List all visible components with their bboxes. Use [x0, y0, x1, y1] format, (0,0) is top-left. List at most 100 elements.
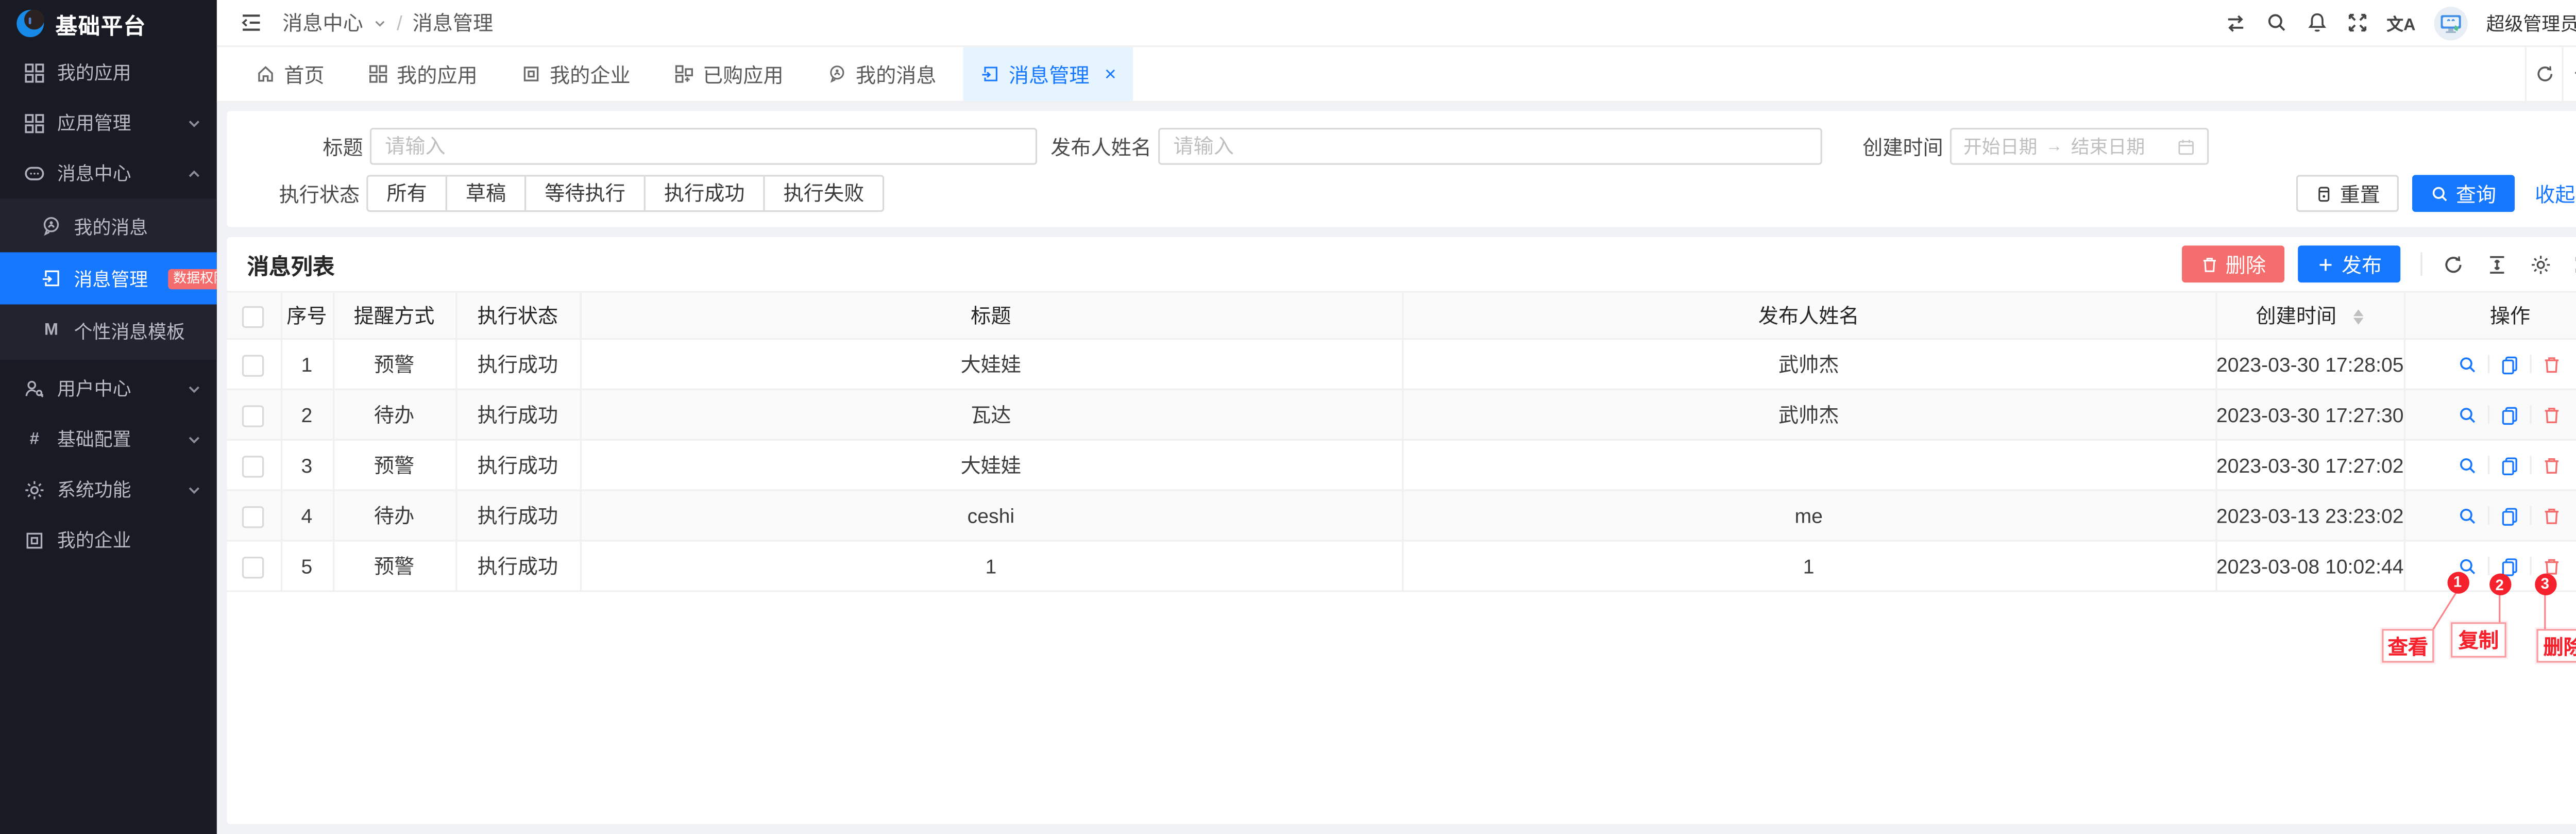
- search-icon[interactable]: [2265, 12, 2287, 34]
- header-actions: 操作: [2404, 292, 2576, 339]
- tab-my-enterprise[interactable]: 我的企业: [504, 47, 647, 101]
- reset-icon: [2315, 184, 2333, 203]
- tab-my-apps[interactable]: 我的应用: [351, 47, 494, 101]
- refresh-icon[interactable]: [2443, 253, 2464, 275]
- view-icon[interactable]: [2458, 505, 2478, 525]
- user-key-icon: [24, 377, 45, 399]
- copy-icon[interactable]: [2500, 354, 2520, 374]
- reset-button[interactable]: 重置: [2296, 175, 2399, 212]
- avatar[interactable]: [2434, 6, 2467, 39]
- row-checkbox[interactable]: [243, 354, 264, 376]
- tab-label: 首页: [284, 60, 324, 88]
- toolbar-divider: [2420, 252, 2422, 276]
- copy-icon[interactable]: [2500, 455, 2520, 475]
- query-button[interactable]: 查询: [2412, 175, 2515, 212]
- date-end-placeholder: 结束日期: [2071, 133, 2145, 160]
- tab-my-messages[interactable]: 我的消息: [810, 47, 953, 101]
- trash-icon: [2200, 255, 2219, 273]
- delete-row-icon[interactable]: [2542, 455, 2562, 475]
- view-icon[interactable]: [2458, 556, 2478, 576]
- filter-row-2: 执行状态 所有 草稿 等待执行 执行成功 执行失败: [254, 175, 2576, 212]
- view-icon[interactable]: [2458, 455, 2478, 475]
- sidebar-item-message-templates[interactable]: M 个性消息模板: [0, 305, 217, 357]
- open-tabs: 首页 我的应用 我的企业 已购应用 我的消息: [217, 47, 1133, 101]
- status-option-success[interactable]: 执行成功: [644, 177, 764, 210]
- sidebar-item-message-management[interactable]: 消息管理 数据权限: [0, 252, 217, 304]
- table-row: 2 待办 执行成功 瓦达 武帅杰 2023-03-30 17:27:30: [227, 389, 2576, 440]
- translate-icon[interactable]: 文A: [2386, 10, 2415, 36]
- bell-icon[interactable]: [2306, 12, 2328, 34]
- tabbar-controls: [2525, 47, 2576, 101]
- sidebar-item-label: 用户中心: [57, 375, 175, 402]
- delete-button[interactable]: 删除: [2182, 245, 2284, 282]
- row-checkbox[interactable]: [243, 506, 264, 527]
- breadcrumb-parent[interactable]: 消息中心: [282, 8, 363, 37]
- swap-icon[interactable]: [2224, 11, 2247, 35]
- header-remind: 提醒方式: [333, 292, 455, 339]
- copy-icon[interactable]: [2500, 556, 2520, 576]
- sort-carets-icon[interactable]: [2353, 310, 2364, 325]
- tab-home[interactable]: 首页: [239, 47, 341, 101]
- chevron-down-icon[interactable]: [373, 16, 386, 29]
- delete-row-icon[interactable]: [2542, 505, 2562, 525]
- row-checkbox[interactable]: [243, 405, 264, 426]
- status-option-waiting[interactable]: 等待执行: [524, 177, 644, 210]
- collapse-filters-link[interactable]: 收起: [2535, 179, 2576, 207]
- copy-icon[interactable]: [2500, 405, 2520, 425]
- chevron-down-icon: [187, 482, 201, 497]
- sidebar-item-message-center[interactable]: 消息中心: [0, 148, 217, 198]
- sidebar-item-basic-config[interactable]: # 基础配置: [0, 414, 217, 464]
- sidebar-item-my-messages[interactable]: 我的消息: [0, 200, 217, 252]
- sidebar-item-app-management[interactable]: 应用管理: [0, 97, 217, 148]
- delete-row-icon[interactable]: [2542, 354, 2562, 374]
- chevron-down-icon: [187, 431, 201, 446]
- sidebar-item-my-enterprise[interactable]: 我的企业: [0, 514, 217, 565]
- row-checkbox[interactable]: [243, 556, 264, 578]
- table-header-row: 序号 提醒方式 执行状态 标题 发布人姓名 创建时间 操作: [227, 292, 2576, 339]
- expand-icon[interactable]: [2573, 253, 2576, 275]
- view-icon[interactable]: [2458, 354, 2478, 374]
- sidebar-item-my-apps[interactable]: 我的应用: [0, 47, 217, 97]
- status-option-all[interactable]: 所有: [368, 177, 446, 210]
- tab-label: 已购应用: [703, 60, 784, 88]
- status-option-draft[interactable]: 草稿: [446, 177, 524, 210]
- fullscreen-icon[interactable]: [2346, 12, 2368, 34]
- sidebar-item-label: 消息中心: [57, 160, 175, 187]
- tab-message-management[interactable]: 消息管理 ×: [963, 47, 1133, 101]
- close-icon[interactable]: ×: [1105, 62, 1116, 86]
- sidebar-item-label: 基础配置: [57, 425, 175, 452]
- comment-icon: [24, 162, 45, 184]
- density-icon[interactable]: [2486, 253, 2508, 275]
- tab-purchased-apps[interactable]: 已购应用: [657, 47, 800, 101]
- gear-icon[interactable]: [2530, 253, 2551, 275]
- title-filter-input[interactable]: [370, 128, 1037, 165]
- collapse-sidebar-icon[interactable]: [241, 12, 262, 34]
- letter-m-icon: M: [40, 321, 62, 340]
- header-status: 执行状态: [455, 292, 580, 339]
- tab-label: 我的企业: [550, 60, 631, 88]
- sidebar-item-user-center[interactable]: 用户中心: [0, 363, 217, 414]
- refresh-icon[interactable]: [2525, 47, 2562, 101]
- status-option-failed[interactable]: 执行失败: [763, 177, 883, 210]
- copy-icon[interactable]: [2500, 505, 2520, 525]
- view-icon[interactable]: [2458, 405, 2478, 425]
- publisher-filter-input[interactable]: [1158, 128, 1822, 165]
- sidebar-item-system-functions[interactable]: 系统功能: [0, 464, 217, 515]
- header-created[interactable]: 创建时间: [2215, 292, 2403, 339]
- date-start-placeholder: 开始日期: [1963, 133, 2038, 160]
- username[interactable]: 超级管理员: [2486, 9, 2576, 36]
- delete-row-icon[interactable]: [2542, 556, 2562, 576]
- date-range-picker[interactable]: 开始日期 → 结束日期: [1950, 128, 2209, 165]
- sidebar-submenu-message-center: 我的消息 消息管理 数据权限 M 个性消息模板: [0, 198, 217, 360]
- grid-icon: [24, 112, 45, 134]
- building-icon: [521, 64, 541, 84]
- list-title: 消息列表: [247, 248, 335, 280]
- delete-row-icon[interactable]: [2542, 405, 2562, 425]
- table-tools: [2443, 253, 2576, 275]
- publish-button[interactable]: 发布: [2298, 245, 2400, 282]
- breadcrumb: 消息中心 / 消息管理: [282, 8, 493, 37]
- chevron-down-icon[interactable]: [2562, 47, 2576, 101]
- row-checkbox[interactable]: [243, 455, 264, 477]
- select-all-checkbox[interactable]: [243, 306, 264, 327]
- table-row: 4 待办 执行成功 ceshi me 2023-03-13 23:23:02: [227, 490, 2576, 541]
